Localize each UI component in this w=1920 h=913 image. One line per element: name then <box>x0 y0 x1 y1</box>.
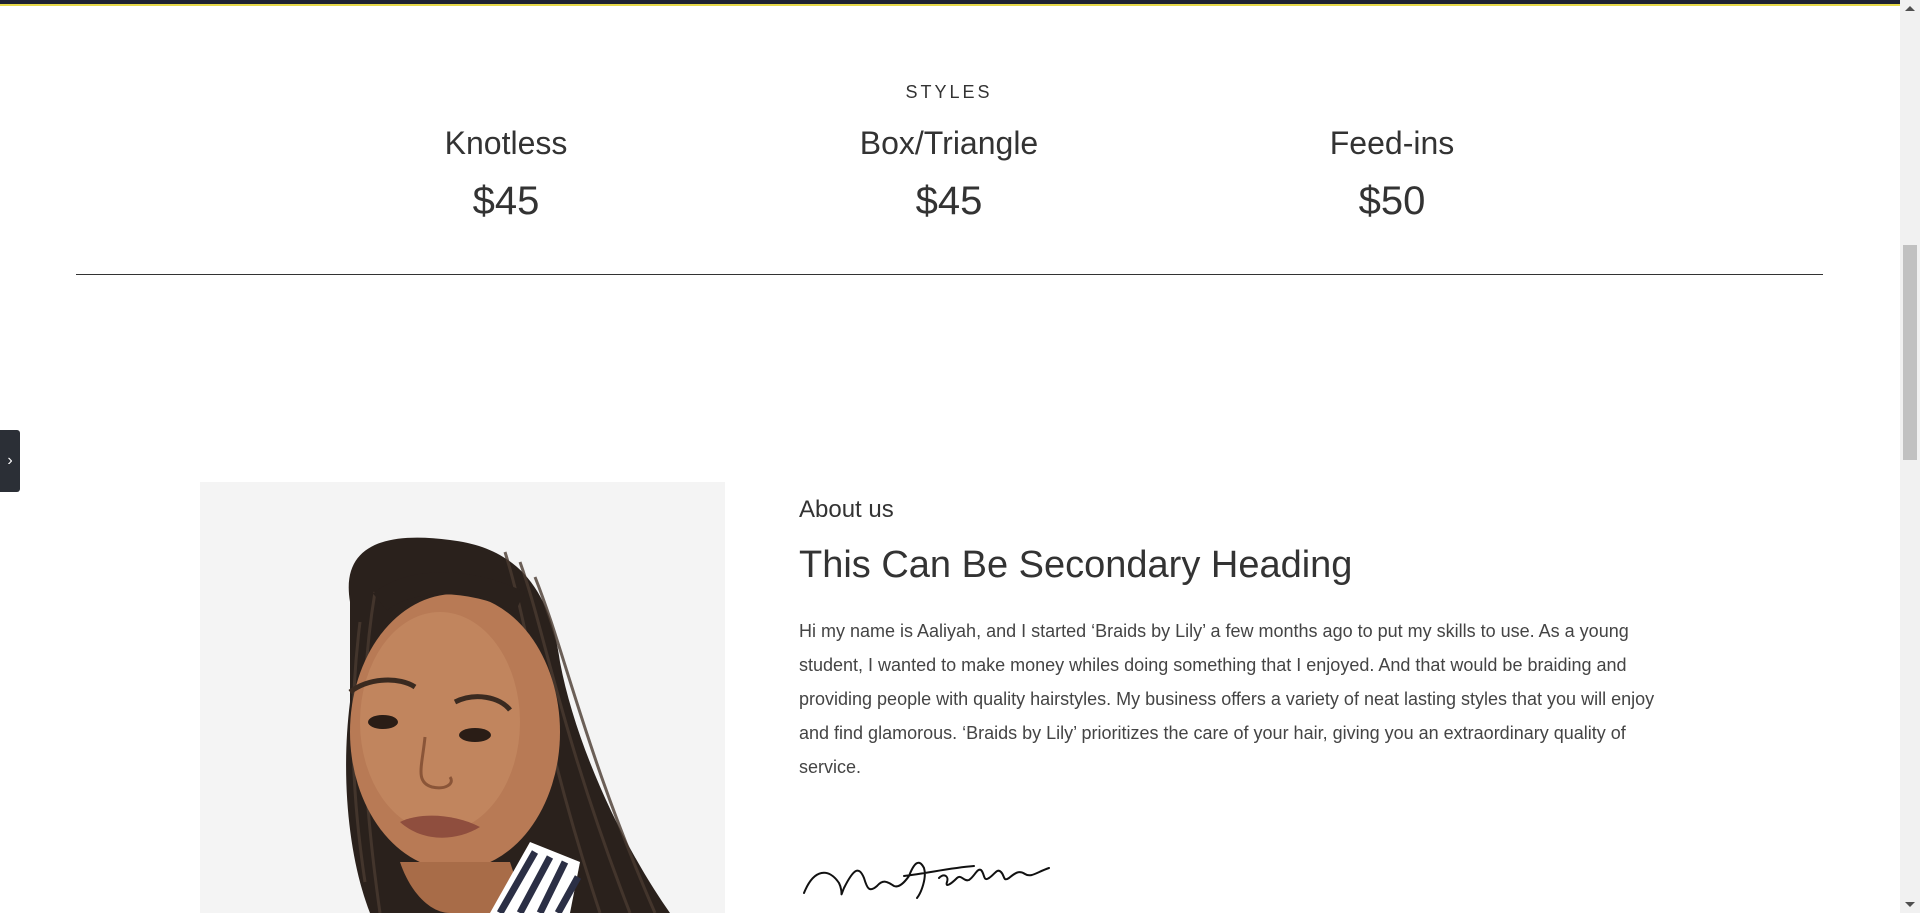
chevron-right-icon: › <box>7 452 13 469</box>
scroll-up-icon[interactable] <box>1905 6 1915 11</box>
about-label: About us <box>799 496 894 523</box>
about-body-text: Hi my name is Aaliyah, and I started ‘Br… <box>799 621 1655 777</box>
side-panel-toggle-button[interactable]: › <box>0 430 20 492</box>
style-item-box-triangle: Box/Triangle $45 <box>769 118 1129 226</box>
style-item-feed-ins: Feed-ins $50 <box>1212 118 1572 226</box>
scrollbar-thumb[interactable] <box>1903 245 1917 460</box>
header-bar <box>0 0 1900 6</box>
style-price: $45 <box>915 179 983 223</box>
style-price: $45 <box>472 179 540 223</box>
style-name: Box/Triangle <box>859 125 1039 161</box>
scroll-down-icon[interactable] <box>1905 902 1915 907</box>
style-name: Feed-ins <box>1329 125 1455 161</box>
page: STYLES Knotless $45 Box/Triangle $45 Fee… <box>0 0 1920 913</box>
style-item-knotless: Knotless $45 <box>326 118 686 226</box>
about-section: About us This Can Be Secondary Heading H… <box>799 490 1689 784</box>
about-heading: This Can Be Secondary Heading <box>799 544 1353 586</box>
styles-section-label: STYLES <box>905 82 993 102</box>
vertical-scrollbar[interactable] <box>1900 0 1920 913</box>
section-divider <box>76 274 1823 275</box>
portrait-image <box>346 537 670 913</box>
signature-image <box>799 838 1059 908</box>
about-photo <box>200 482 725 913</box>
style-name: Knotless <box>444 125 568 161</box>
style-price: $50 <box>1358 179 1426 223</box>
